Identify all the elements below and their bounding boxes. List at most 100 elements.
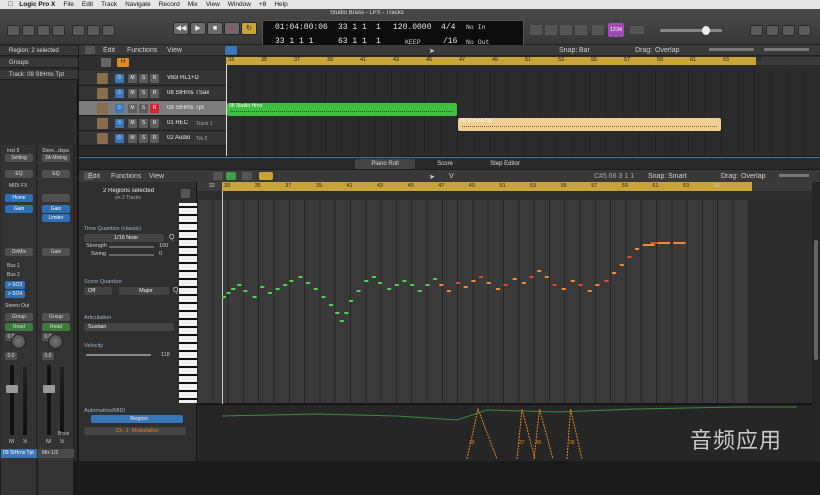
toolbar-button[interactable] (52, 25, 65, 36)
swing-slider[interactable] (109, 254, 154, 256)
track-mute-button[interactable]: M (128, 119, 137, 128)
midi-note[interactable] (595, 284, 600, 286)
score-quantize-apply[interactable]: Q (173, 287, 178, 294)
midi-note[interactable] (306, 282, 311, 284)
strip2-fader-cap[interactable] (43, 385, 55, 393)
metronome-button[interactable] (560, 25, 572, 35)
track-solo-button[interactable]: S (139, 74, 148, 83)
add-track-button[interactable] (85, 46, 95, 54)
pr-region-icon[interactable] (181, 189, 190, 198)
play-button[interactable]: ▶ (190, 22, 206, 35)
smart-controls-button[interactable] (72, 25, 85, 36)
track-solo-button[interactable]: S (139, 104, 148, 113)
mixer-button[interactable] (87, 25, 100, 36)
cycle-button[interactable]: ↻ (241, 22, 257, 35)
track-row[interactable]: ⏻ M S R 02 Audio Trk 2 (79, 131, 226, 146)
tracks-snap-value[interactable]: Bar (579, 47, 629, 54)
midi-note[interactable] (446, 290, 451, 292)
strip2-gain[interactable]: Gain (42, 205, 70, 213)
strip2-name[interactable]: Mix 1/2 (38, 449, 74, 458)
midi-note[interactable] (417, 290, 422, 292)
track-solo-button[interactable]: S (139, 134, 148, 143)
tracks-functions-menu[interactable]: Functions (127, 47, 157, 54)
track-record-button[interactable]: R (150, 74, 159, 83)
strip1-bus3[interactable]: > SO3 (5, 281, 25, 289)
pointer-tool-icon[interactable]: ➤ (429, 47, 435, 55)
midi-note[interactable] (298, 276, 303, 278)
pr-second-tool-icon[interactable]: V (449, 173, 454, 180)
modulation-swell[interactable] (533, 408, 554, 460)
strip1-output[interactable]: DirMix (5, 248, 33, 256)
track-power-button[interactable]: ⏻ (115, 89, 124, 98)
modulation-swell[interactable] (466, 407, 498, 460)
velocity-slider[interactable] (86, 354, 151, 356)
midi-notes[interactable] (197, 200, 812, 403)
menu-view[interactable]: View (206, 1, 220, 8)
inspector-button[interactable] (22, 25, 35, 36)
strip1-group[interactable]: Group (5, 313, 33, 321)
track-power-button[interactable]: ⏻ (115, 134, 124, 143)
midi-note[interactable] (495, 288, 500, 290)
midi-note[interactable] (289, 280, 294, 282)
notepad-button[interactable] (766, 25, 779, 36)
pr-midi-in-button[interactable] (213, 172, 223, 180)
midi-note[interactable] (364, 280, 369, 282)
strip1-fader-cap[interactable] (6, 385, 18, 393)
strip2-mute[interactable]: M (46, 439, 51, 445)
strip1-automation-read[interactable]: Read (5, 323, 33, 331)
strip2-group[interactable]: Group (42, 313, 70, 321)
midi-note[interactable] (587, 290, 592, 292)
strip2-limiter[interactable]: Limiter (42, 214, 70, 222)
track-name[interactable]: 08 StHrns TSax (167, 90, 209, 96)
midi-note[interactable] (463, 286, 468, 288)
midi-note[interactable] (243, 290, 248, 292)
strip2-link[interactable] (42, 194, 70, 202)
midi-note[interactable] (275, 288, 280, 290)
marker-lane[interactable] (197, 191, 812, 200)
midi-note[interactable] (486, 282, 491, 284)
strip1-bus2[interactable]: Bus 2 (7, 272, 20, 278)
strip2-solo[interactable]: S (60, 439, 64, 445)
strip1-mute[interactable]: M (9, 439, 14, 445)
hide-button[interactable]: H (117, 58, 129, 67)
strip1-volume-fader[interactable] (10, 365, 14, 435)
region[interactable]: 08 Studio Hrns (227, 103, 457, 116)
modulation-swell[interactable] (566, 408, 583, 460)
menu-record[interactable]: Record (159, 1, 180, 8)
strip2-setting[interactable]: 2A Mixing (42, 154, 70, 162)
midi-note[interactable] (410, 284, 415, 286)
pr-pointer-tool-icon[interactable]: ➤ (429, 173, 435, 181)
midi-note[interactable] (627, 256, 632, 258)
strip2-automation-read[interactable]: Read (42, 323, 70, 331)
midi-note[interactable] (619, 264, 624, 266)
modulation-swell[interactable] (516, 408, 536, 460)
midi-note[interactable] (283, 284, 288, 286)
strip1-eq[interactable]: EQ (5, 170, 33, 178)
track-record-button[interactable]: R (150, 134, 159, 143)
midi-note[interactable] (356, 290, 361, 292)
midi-note[interactable] (321, 296, 326, 298)
stop-button[interactable]: ■ (207, 22, 223, 35)
help-button[interactable] (37, 25, 50, 36)
menu-help[interactable]: Help (274, 1, 287, 8)
cpu-badge[interactable]: 1234 (608, 23, 624, 37)
midi-note[interactable] (335, 312, 340, 314)
midi-note[interactable] (529, 276, 534, 278)
pr-functions-menu[interactable]: Functions (111, 173, 141, 180)
strip1-name[interactable]: 09 StHrns Tpt (1, 449, 37, 458)
menu-track[interactable]: Track (101, 1, 117, 8)
midi-note[interactable] (552, 284, 557, 286)
track-name[interactable]: 01 REC (167, 120, 188, 126)
strip1-pan-knob[interactable] (11, 334, 26, 349)
pr-drag-value[interactable]: Overlap (741, 173, 781, 180)
pr-midi-out-button[interactable] (226, 172, 236, 180)
track-record-button[interactable]: R (150, 119, 159, 128)
midi-note[interactable] (673, 242, 686, 244)
midi-note[interactable] (231, 288, 236, 290)
midi-note[interactable] (222, 296, 226, 298)
track-mute-button[interactable]: M (128, 89, 137, 98)
track-solo-button[interactable]: S (139, 89, 148, 98)
midi-note[interactable] (471, 280, 476, 282)
menu-file[interactable]: File (63, 1, 73, 8)
midi-note[interactable] (570, 280, 575, 282)
